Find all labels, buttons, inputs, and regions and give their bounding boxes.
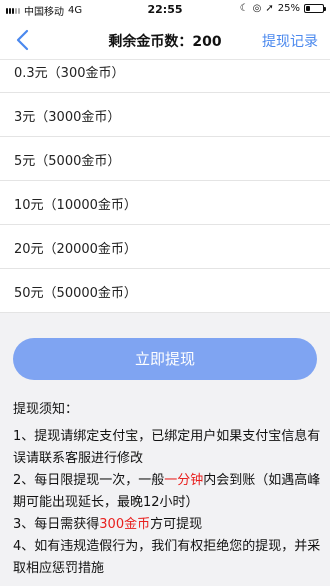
notice-text: 3、每日需获得 xyxy=(13,517,100,532)
withdraw-options-list: 0.3元（300金币） 3元（3000金币） 5元（5000金币） 10元（10… xyxy=(0,60,330,313)
notice-highlight: 一分钟 xyxy=(164,473,204,488)
notice-text: 2、每日限提现一次，一般 xyxy=(13,473,165,488)
notice-text: 方可提现 xyxy=(150,517,203,532)
option-item-5000[interactable]: 5元（5000金币） xyxy=(0,137,330,181)
battery-icon xyxy=(304,4,326,13)
option-item-20000[interactable]: 20元（20000金币） xyxy=(0,225,330,269)
back-button[interactable] xyxy=(10,26,38,54)
status-right: ☾ ◎ ➚ 25% xyxy=(239,3,326,14)
option-item-10000[interactable]: 10元（10000金币） xyxy=(0,181,330,225)
option-label: 50元（50000金币） xyxy=(14,286,137,301)
notice-title: 提现须知： xyxy=(13,402,79,417)
withdraw-notice: 提现须知： 1、提现请绑定支付宝，已绑定用户如果支付宝信息有误请联系客服进行修改… xyxy=(13,398,323,580)
notice-item-2: 2、每日限提现一次，一般一分钟内会到账（如遇高峰期可能出现延长，最晚12小时） xyxy=(13,470,323,514)
location-icon: ➚ xyxy=(265,3,274,14)
option-label: 10元（10000金币） xyxy=(14,198,137,213)
option-label: 0.3元（300金币） xyxy=(14,66,125,81)
option-item-300[interactable]: 0.3元（300金币） xyxy=(0,60,330,93)
option-label: 20元（20000金币） xyxy=(14,242,137,257)
lock-rotation-icon: ◎ xyxy=(252,3,262,14)
chevron-left-icon xyxy=(16,29,29,51)
nav-bar: 剩余金币数：200 提现记录 xyxy=(0,20,330,60)
option-label: 5元（5000金币） xyxy=(14,154,121,169)
battery-percent: 25% xyxy=(277,3,300,14)
notice-item-3: 3、每日需获得300金币方可提现 xyxy=(13,514,323,536)
withdraw-history-link[interactable]: 提现记录 xyxy=(262,31,318,51)
notice-item-1: 1、提现请绑定支付宝，已绑定用户如果支付宝信息有误请联系客服进行修改 xyxy=(13,429,321,466)
withdraw-now-button[interactable]: 立即提现 xyxy=(13,338,317,380)
option-item-50000[interactable]: 50元（50000金币） xyxy=(0,269,330,313)
option-label: 3元（3000金币） xyxy=(14,110,121,125)
notice-item-4: 4、如有违规造假行为，我们有权拒绝您的提现，并采取相应惩罚措施 xyxy=(13,539,321,576)
battery-fill xyxy=(306,6,310,11)
status-bar: 中国移动 4G 22:55 ☾ ◎ ➚ 25% xyxy=(0,0,330,20)
option-item-3000[interactable]: 3元（3000金币） xyxy=(0,93,330,137)
moon-icon: ☾ xyxy=(239,3,249,14)
notice-highlight: 300金币 xyxy=(99,517,151,532)
